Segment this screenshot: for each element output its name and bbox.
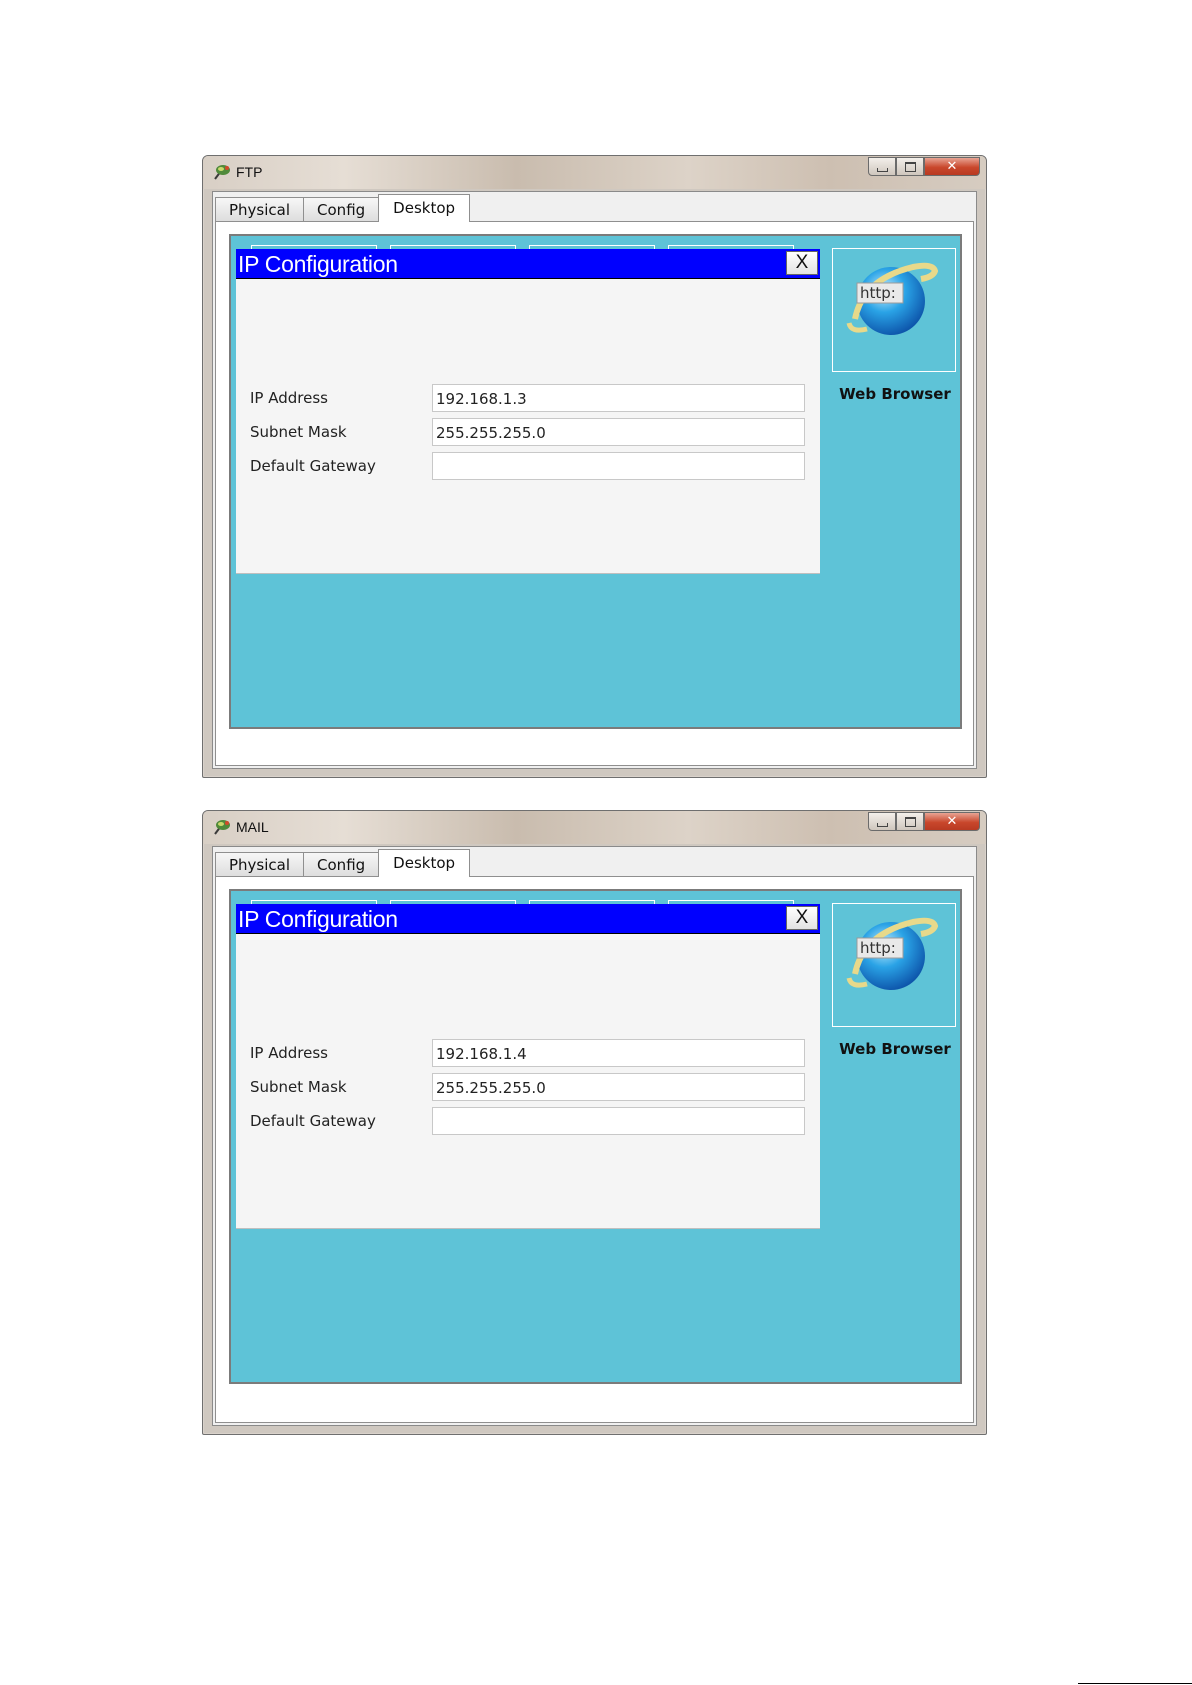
- title-bar[interactable]: MAIL ✕: [203, 811, 986, 844]
- subnet-mask-input[interactable]: 255.255.255.0: [432, 1073, 805, 1101]
- desktop-tab-panel: IP Configuration X IP Address 192.168.1.…: [215, 221, 974, 766]
- subnet-mask-row: Subnet Mask 255.255.255.0: [236, 418, 820, 448]
- minimize-icon: [876, 822, 888, 827]
- window-controls: ✕: [868, 157, 980, 177]
- tab-physical[interactable]: Physical: [215, 852, 305, 877]
- tab-desktop[interactable]: Desktop: [378, 849, 471, 877]
- dialog-title-bar: IP Configuration X: [236, 904, 820, 934]
- minimize-icon: [876, 167, 888, 172]
- ip-address-input[interactable]: 192.168.1.3: [432, 384, 805, 412]
- tab-desktop[interactable]: Desktop: [378, 194, 471, 222]
- title-bar[interactable]: FTP ✕: [203, 156, 986, 189]
- desktop-area: IP Configuration X IP Address 192.168.1.…: [229, 889, 962, 1384]
- mail-window: MAIL ✕ Physical Config Desktop IP Config…: [202, 810, 987, 1435]
- minimize-button[interactable]: [868, 812, 896, 831]
- window-title: FTP: [236, 164, 263, 180]
- web-browser-icon-frame[interactable]: http:: [832, 248, 956, 372]
- web-browser-globe-icon: http:: [846, 917, 939, 990]
- tab-physical[interactable]: Physical: [215, 197, 305, 222]
- subnet-mask-row: Subnet Mask 255.255.255.0: [236, 1073, 820, 1103]
- web-browser-icon-frame[interactable]: http:: [832, 903, 956, 1027]
- web-browser-app[interactable]: http: Web Browser: [832, 903, 958, 1058]
- default-gateway-input[interactable]: [432, 1107, 805, 1135]
- web-browser-icon-text: http:: [860, 939, 896, 957]
- maximize-icon: [904, 816, 916, 827]
- dialog-title-bar: IP Configuration X: [236, 249, 820, 279]
- ip-address-label: IP Address: [250, 389, 328, 407]
- maximize-button[interactable]: [896, 812, 924, 831]
- tab-bar: Physical Config Desktop: [215, 849, 471, 877]
- ip-configuration-dialog: IP Configuration X IP Address 192.168.1.…: [236, 249, 820, 574]
- packet-tracer-app-icon: [214, 820, 230, 835]
- window-client-area: Physical Config Desktop IP Configuration…: [212, 846, 977, 1426]
- maximize-button[interactable]: [896, 157, 924, 176]
- window-title: MAIL: [236, 819, 269, 835]
- dialog-close-button[interactable]: X: [786, 251, 818, 275]
- close-icon: ✕: [946, 814, 958, 829]
- default-gateway-row: Default Gateway: [236, 1107, 820, 1137]
- close-button[interactable]: ✕: [924, 157, 980, 176]
- dialog-close-button[interactable]: X: [786, 906, 818, 930]
- default-gateway-label: Default Gateway: [250, 1112, 376, 1130]
- ip-address-row: IP Address 192.168.1.3: [236, 384, 820, 414]
- tab-config[interactable]: Config: [303, 852, 380, 877]
- default-gateway-input[interactable]: [432, 452, 805, 480]
- minimize-button[interactable]: [868, 157, 896, 176]
- dialog-title: IP Configuration: [238, 251, 398, 277]
- ftp-window: FTP ✕ Physical Config Desktop IP Configu…: [202, 155, 987, 778]
- web-browser-label: Web Browser: [839, 385, 951, 403]
- ip-address-row: IP Address 192.168.1.4: [236, 1039, 820, 1069]
- subnet-mask-input[interactable]: 255.255.255.0: [432, 418, 805, 446]
- window-client-area: Physical Config Desktop IP Configuration…: [212, 191, 977, 769]
- page-footer-rule: [1078, 1683, 1192, 1684]
- packet-tracer-app-icon: [214, 165, 230, 180]
- subnet-mask-label: Subnet Mask: [250, 1078, 347, 1096]
- ip-address-label: IP Address: [250, 1044, 328, 1062]
- tab-config[interactable]: Config: [303, 197, 380, 222]
- web-browser-globe-icon: http:: [846, 262, 939, 335]
- subnet-mask-label: Subnet Mask: [250, 423, 347, 441]
- web-browser-label: Web Browser: [839, 1040, 951, 1058]
- ip-address-input[interactable]: 192.168.1.4: [432, 1039, 805, 1067]
- close-button[interactable]: ✕: [924, 812, 980, 831]
- default-gateway-row: Default Gateway: [236, 452, 820, 482]
- web-browser-icon-text: http:: [860, 284, 896, 302]
- ip-configuration-dialog: IP Configuration X IP Address 192.168.1.…: [236, 904, 820, 1229]
- desktop-tab-panel: IP Configuration X IP Address 192.168.1.…: [215, 876, 974, 1423]
- desktop-area: IP Configuration X IP Address 192.168.1.…: [229, 234, 962, 729]
- default-gateway-label: Default Gateway: [250, 457, 376, 475]
- web-browser-app[interactable]: http: Web Browser: [832, 248, 958, 403]
- maximize-icon: [904, 161, 916, 172]
- window-controls: ✕: [868, 812, 980, 832]
- dialog-title: IP Configuration: [238, 906, 398, 932]
- tab-bar: Physical Config Desktop: [215, 194, 471, 222]
- close-icon: ✕: [946, 159, 958, 174]
